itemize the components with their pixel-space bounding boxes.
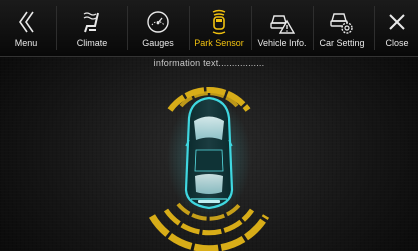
car-top-view-icon <box>167 96 251 220</box>
park-sensor-screen: Menu Climate Gauges Park Sensor Vehicle … <box>0 0 418 251</box>
park-sensor-display <box>148 86 270 251</box>
